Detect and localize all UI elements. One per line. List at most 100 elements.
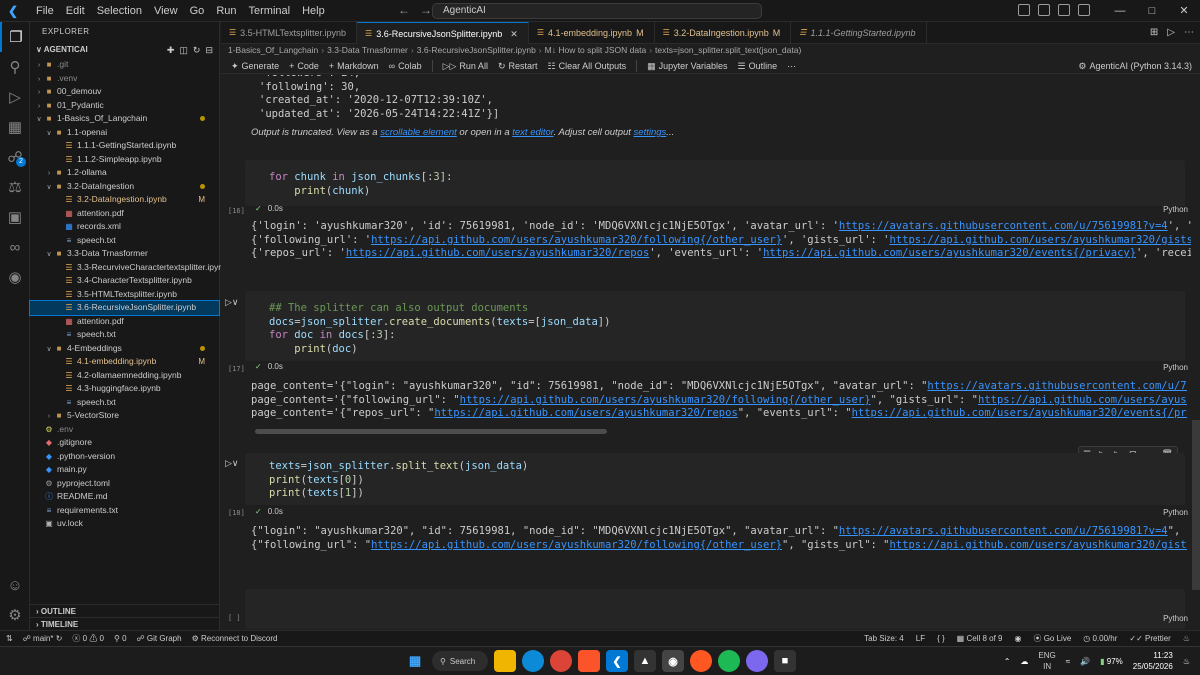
cell-source[interactable]: for chunk in json_chunks[:3]: print(chun…: [269, 171, 452, 198]
output-link[interactable]: https://avatars.githubusercontent.com/u/…: [839, 525, 1168, 537]
menu-view[interactable]: View: [148, 5, 184, 17]
settings-link[interactable]: settings: [634, 127, 667, 138]
chrome-browser-icon[interactable]: [550, 650, 572, 672]
outline-panel-header[interactable]: › OUTLINE: [30, 604, 220, 617]
toggle-secondary-sidebar-icon[interactable]: [1058, 4, 1070, 16]
customize-layout-icon[interactable]: [1078, 4, 1090, 16]
file-item[interactable]: ◆ .python-version: [30, 450, 219, 464]
discord-button[interactable]: ⚙ Reconnect to Discord: [192, 631, 278, 647]
new-folder-icon[interactable]: ◫: [179, 42, 188, 58]
close-tab-icon[interactable]: ✕: [510, 23, 518, 45]
file-item[interactable]: ▦ records.xml: [30, 220, 219, 234]
folder-item[interactable]: › ■ .git: [30, 58, 219, 72]
output-link[interactable]: https://api.github.com/users/ayushkumar3…: [346, 247, 649, 259]
file-item[interactable]: ☰ 3.3-RecurviveCharactertextsplitter.ipyn…: [30, 261, 227, 275]
editor-tab[interactable]: ☰ 3.6-RecursiveJsonSplitter.ipynb ✕: [357, 22, 529, 44]
menu-selection[interactable]: Selection: [91, 5, 148, 17]
postman-icon[interactable]: [690, 650, 712, 672]
notification-bell-icon[interactable]: ♨: [1183, 657, 1190, 666]
new-file-icon[interactable]: ✚: [167, 42, 175, 58]
file-item[interactable]: ☰ 3.4-CharacterTextsplitter.ipynb: [30, 274, 219, 288]
toolbar-more-icon[interactable]: ⋯: [787, 58, 796, 73]
output-link[interactable]: https://api.github.com/users/ayushkumar3…: [371, 234, 782, 246]
colab-button[interactable]: ∞ Colab: [389, 58, 422, 73]
output-link[interactable]: https://api.github.com/users/ayushkumar3…: [763, 247, 1136, 259]
command-center-search[interactable]: AgenticAI: [432, 3, 762, 19]
app-icon[interactable]: ■: [774, 650, 796, 672]
branch-indicator[interactable]: ☍ main* ↻: [23, 631, 63, 647]
windows-start-icon[interactable]: ▦: [404, 650, 426, 672]
taskbar-search[interactable]: ⚲ Search: [432, 651, 488, 671]
cell-source[interactable]: texts=json_splitter.split_text(json_data…: [269, 460, 528, 501]
add-code-button[interactable]: + Code: [289, 58, 319, 73]
account-icon[interactable]: ☺: [0, 570, 30, 600]
breadcrumb-item[interactable]: texts=json_splitter.split_text(json_data…: [655, 45, 801, 55]
code-cell-16[interactable]: for chunk in json_chunks[:3]: print(chun…: [245, 160, 1185, 206]
cell-language[interactable]: Python: [1163, 205, 1188, 214]
file-item[interactable]: ≡ requirements.txt: [30, 504, 219, 518]
battery-indicator[interactable]: ▮ 97%: [1100, 657, 1123, 666]
folder-item[interactable]: ∨ ■ 3.2-DataIngestion: [30, 180, 219, 194]
file-item[interactable]: ▦ attention.pdf: [30, 315, 219, 329]
tray-chevron-icon[interactable]: ⌃: [1004, 657, 1011, 666]
folder-item[interactable]: ∨ ■ 3.3-Data Trnasformer: [30, 247, 219, 261]
folder-item[interactable]: ∨ ■ 1-Basics_Of_Langchain: [30, 112, 219, 126]
workspace-root[interactable]: ∨ AGENTICAI ✚ ◫ ↻ ⊟: [30, 42, 219, 58]
jupyter-variables-button[interactable]: ▦ Jupyter Variables: [647, 58, 727, 73]
git-graph-button[interactable]: ☍ Git Graph: [137, 631, 182, 647]
manage-gear-icon[interactable]: ⚙: [0, 600, 30, 630]
folder-item[interactable]: › ■ 00_demouv: [30, 85, 219, 99]
folder-item[interactable]: › ■ 5-VectorStore: [30, 409, 219, 423]
breadcrumb-item[interactable]: M↓ How to split JSON data: [545, 45, 647, 55]
timeline-panel-header[interactable]: › TIMELINE: [30, 617, 220, 630]
input-language[interactable]: ENG IN: [1038, 650, 1055, 672]
output-link[interactable]: https://api.github.com/users/ayushkumar3…: [889, 539, 1187, 551]
refresh-icon[interactable]: ↻: [193, 42, 201, 58]
tab-size-indicator[interactable]: Tab Size: 4: [864, 631, 904, 647]
source-control-icon[interactable]: ☍ 2: [0, 142, 30, 172]
editor-tab[interactable]: ☰ 3.2-DataIngestion.ipynb M: [655, 22, 792, 44]
remote-explorer-icon[interactable]: ▣: [0, 202, 30, 232]
file-item[interactable]: ☰ 4.1-embedding.ipynb M: [30, 355, 219, 369]
file-item[interactable]: ☰ 1.1.2-Simpleapp.ipynb: [30, 153, 219, 167]
editor-tab[interactable]: ☰ 3.5-HTMLTextsplitter.ipynb: [221, 22, 358, 44]
remote-indicator-icon[interactable]: ⇅: [6, 631, 13, 647]
file-item[interactable]: ☰ 3.2-DataIngestion.ipynb M: [30, 193, 219, 207]
breadcrumb-item[interactable]: 1-Basics_Of_Langchain: [228, 45, 318, 55]
generate-button[interactable]: ✦ Generate: [231, 58, 279, 73]
menu-file[interactable]: File: [30, 5, 60, 17]
discord-app-icon[interactable]: [746, 650, 768, 672]
file-item[interactable]: ☰ 1.1.1-GettingStarted.ipynb: [30, 139, 219, 153]
onedrive-icon[interactable]: ☁: [1020, 657, 1028, 666]
folder-item[interactable]: › ■ .venv: [30, 72, 219, 86]
menu-terminal[interactable]: Terminal: [243, 5, 297, 17]
run-all-button[interactable]: ▷▷ Run All: [443, 58, 488, 73]
file-item[interactable]: ⚙ pyproject.toml: [30, 477, 219, 491]
go-live-button[interactable]: ⦿ Go Live: [1033, 631, 1071, 647]
language-mode[interactable]: { }: [937, 631, 945, 647]
github-desktop-icon[interactable]: ◉: [662, 650, 684, 672]
file-item[interactable]: ☰ 3.6-RecursiveJsonSplitter.ipynb: [29, 300, 220, 316]
split-editor-icon[interactable]: ⊞: [1150, 22, 1158, 44]
editor-tab[interactable]: ☰ 1.1.1-GettingStarted.ipynb: [791, 22, 927, 44]
toggle-primary-sidebar-icon[interactable]: [1018, 4, 1030, 16]
breadcrumb-item[interactable]: 3.3-Data Trnasformer: [327, 45, 408, 55]
output-link[interactable]: https://api.github.com/users/ayushkumar3…: [371, 539, 782, 551]
run-cell-icon[interactable]: ▷∨: [225, 297, 239, 308]
file-item[interactable]: ⓘ README.md: [30, 490, 219, 504]
file-item[interactable]: ⚙ .env: [30, 423, 219, 437]
file-item[interactable]: ≡ speech.txt: [30, 328, 219, 342]
run-icon[interactable]: ▷: [1167, 22, 1175, 44]
breadcrumb-item[interactable]: 3.6-RecursiveJsonSplitter.ipynb: [417, 45, 536, 55]
spotify-icon[interactable]: [718, 650, 740, 672]
menu-go[interactable]: Go: [184, 5, 211, 17]
run-debug-icon[interactable]: ▷: [0, 82, 30, 112]
vscode-taskbar-icon[interactable]: ❮: [606, 650, 628, 672]
empty-code-cell[interactable]: [245, 589, 1185, 629]
scrollable-element-link[interactable]: scrollable element: [380, 127, 457, 138]
outline-button[interactable]: ☰ Outline: [738, 58, 778, 73]
output-link[interactable]: https://api.github.com/users/ayushkumar3…: [978, 394, 1187, 406]
cell-language[interactable]: Python: [1163, 614, 1188, 623]
collapse-all-icon[interactable]: ⊟: [205, 42, 213, 58]
menu-help[interactable]: Help: [296, 5, 331, 17]
